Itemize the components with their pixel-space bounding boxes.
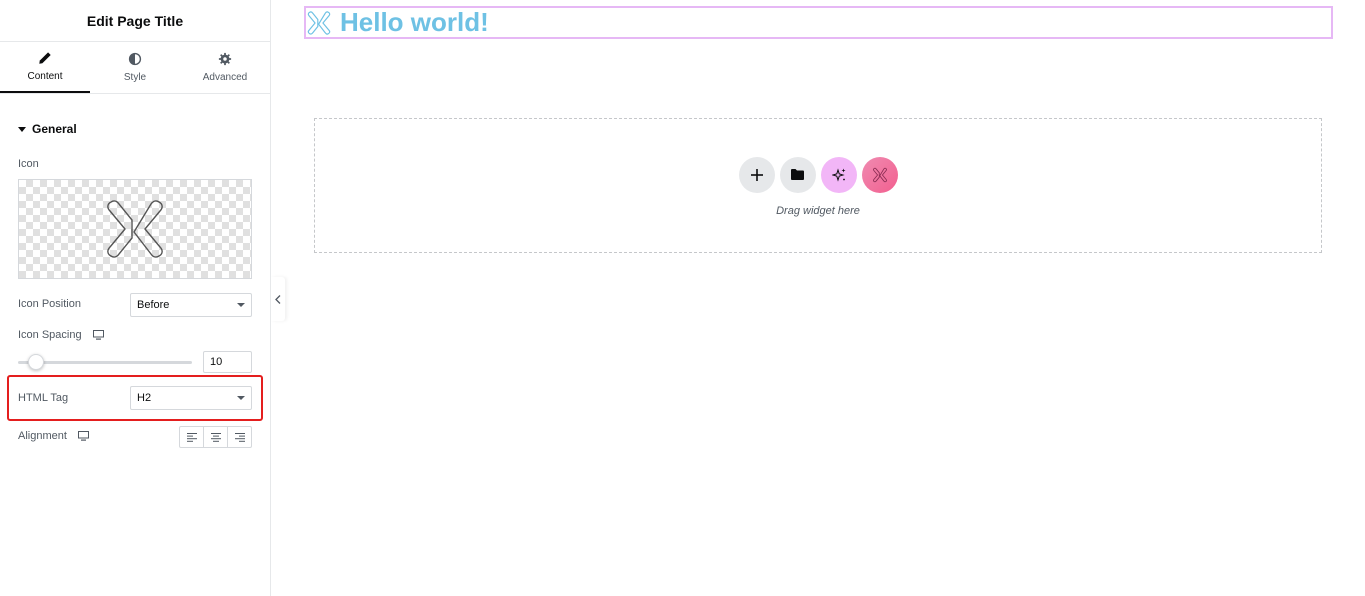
alignment-control [179,426,252,448]
align-left-button[interactable] [180,427,204,447]
gear-icon [218,52,232,66]
alignment-label: Alignment [18,430,89,442]
drop-area-buttons [738,156,898,193]
icon-spacing-label-text: Icon Spacing [18,329,82,341]
editor-panel: Edit Page Title Content Style Advanced G… [0,0,271,596]
tab-label: Advanced [202,72,248,83]
chevron-left-icon [275,294,281,304]
section-title: General [32,122,77,136]
panel-tabs: Content Style Advanced [0,42,270,94]
icon-picker[interactable] [18,179,252,279]
sparkles-icon [831,167,845,182]
tab-advanced[interactable]: Advanced [180,42,270,93]
x-logo-icon [872,167,887,182]
align-center-icon [210,432,221,442]
icon-label: Icon [18,158,39,170]
folder-icon [791,169,804,180]
caret-down-icon [18,126,26,132]
ai-button[interactable] [820,156,857,193]
align-right-icon [234,432,245,442]
page-title-heading: Hello world! [340,7,489,37]
tab-label: Content [27,71,63,82]
tab-style[interactable]: Style [90,42,180,93]
icon-position-select[interactable]: Before [130,293,252,317]
collapse-panel-button[interactable] [271,277,285,321]
drop-area-hint: Drag widget here [776,204,860,217]
tab-content[interactable]: Content [0,42,90,93]
half-circle-icon [128,52,142,66]
widget-drop-area[interactable]: Drag widget here [314,118,1322,253]
tab-label: Style [123,72,147,83]
icon-position-label: Icon Position [18,298,81,310]
align-left-icon [186,432,197,442]
kit-button[interactable] [861,156,898,193]
icon-position-value: Before [137,299,170,311]
align-center-button[interactable] [204,427,228,447]
chevron-down-icon [237,303,245,307]
page-title-widget[interactable]: Hello world! [304,6,1333,39]
panel-title: Edit Page Title [0,0,270,42]
icon-spacing-slider-track[interactable] [18,361,192,364]
x-logo-icon [107,200,163,258]
plus-icon [750,168,763,181]
desktop-icon[interactable] [92,330,104,340]
templates-button[interactable] [779,156,816,193]
icon-spacing-input[interactable]: 10 [203,351,252,373]
alignment-label-text: Alignment [18,430,67,442]
highlight-annotation [7,375,263,421]
x-logo-icon [307,10,331,35]
icon-spacing-label: Icon Spacing [18,329,104,341]
add-section-button[interactable] [738,156,775,193]
align-right-button[interactable] [228,427,251,447]
pencil-icon [39,52,51,64]
desktop-icon[interactable] [77,431,89,441]
icon-spacing-slider-thumb[interactable] [28,354,44,370]
section-general-toggle[interactable]: General [18,122,77,136]
